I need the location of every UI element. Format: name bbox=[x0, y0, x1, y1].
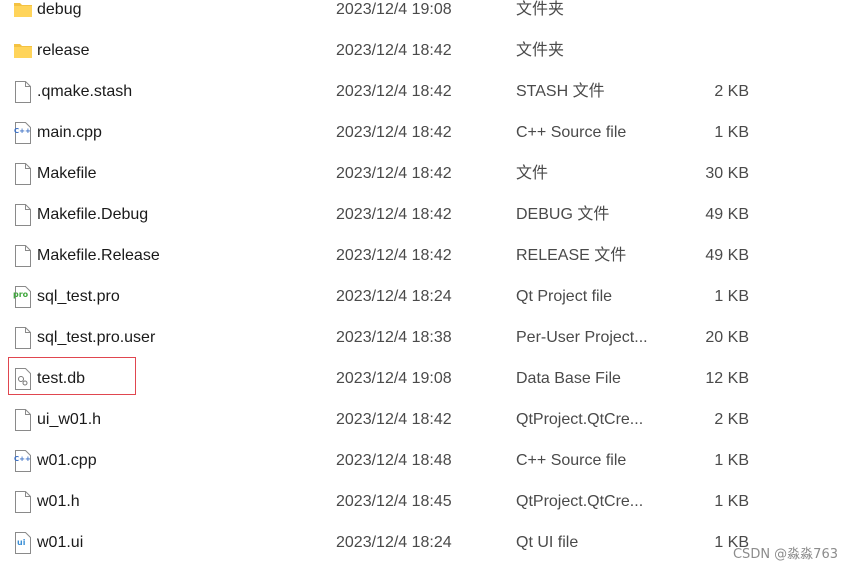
file-name: Makefile.Release bbox=[37, 247, 160, 264]
file-type: C++ Source file bbox=[516, 124, 627, 141]
file-row[interactable]: pro sql_test.pro 2023/12/4 18:24 Qt Project… bbox=[0, 285, 852, 328]
ui-file-icon: ui bbox=[13, 531, 33, 555]
file-row[interactable]: ui w01.ui 2023/12/4 18:24 Qt UI file 1 KB bbox=[0, 531, 852, 574]
blank-file-icon bbox=[13, 490, 33, 514]
file-type: RELEASE 文件 bbox=[516, 247, 627, 264]
file-name: w01.ui bbox=[37, 534, 84, 551]
file-type: 文件夹 bbox=[516, 1, 565, 18]
file-name: ui_w01.h bbox=[37, 411, 102, 428]
folder-icon bbox=[13, 39, 33, 63]
file-date: 2023/12/4 18:42 bbox=[336, 206, 452, 223]
file-type: DEBUG 文件 bbox=[516, 206, 610, 223]
file-row[interactable]: debug 2023/12/4 19:08 文件夹 bbox=[0, 0, 852, 41]
file-row[interactable]: C++ main.cpp 2023/12/4 18:42 C++ Source fil… bbox=[0, 121, 852, 164]
file-date: 2023/12/4 18:42 bbox=[336, 411, 452, 428]
file-date: 2023/12/4 19:08 bbox=[336, 370, 452, 387]
file-size: 20 KB bbox=[705, 329, 749, 346]
file-row[interactable]: .qmake.stash 2023/12/4 18:42 STASH 文件 2 KB bbox=[0, 80, 852, 123]
cpp-file-icon: C++ bbox=[13, 449, 33, 473]
file-row[interactable]: ui_w01.h 2023/12/4 18:42 QtProject.QtCre..… bbox=[0, 408, 852, 451]
svg-text:C++: C++ bbox=[14, 127, 31, 135]
file-size: 49 KB bbox=[705, 247, 749, 264]
watermark: CSDN @淼淼763 bbox=[732, 547, 838, 562]
file-name: w01.h bbox=[37, 493, 80, 510]
file-row[interactable]: Makefile.Release 2023/12/4 18:42 RELEASE 文… bbox=[0, 244, 852, 287]
file-row[interactable]: Makefile.Debug 2023/12/4 18:42 DEBUG 文件 49 … bbox=[0, 203, 852, 246]
file-type: Per-User Project... bbox=[516, 329, 648, 346]
file-name: .qmake.stash bbox=[37, 83, 133, 100]
file-row[interactable]: release 2023/12/4 18:42 文件夹 bbox=[0, 41, 852, 82]
file-type: Qt Project file bbox=[516, 288, 613, 305]
file-row[interactable]: w01.h 2023/12/4 18:45 QtProject.QtCre... 1 … bbox=[0, 490, 852, 533]
svg-text:pro: pro bbox=[13, 290, 29, 299]
file-name: Makefile bbox=[37, 165, 97, 182]
file-date: 2023/12/4 18:42 bbox=[336, 83, 452, 100]
file-type: STASH 文件 bbox=[516, 83, 605, 100]
file-size: 1 KB bbox=[714, 452, 749, 469]
file-date: 2023/12/4 18:38 bbox=[336, 329, 452, 346]
file-type: C++ Source file bbox=[516, 452, 627, 469]
blank-file-icon bbox=[13, 80, 33, 104]
file-name: debug bbox=[37, 1, 82, 18]
blank-file-icon bbox=[13, 244, 33, 268]
pro-file-icon: pro bbox=[13, 285, 33, 309]
file-name: release bbox=[37, 42, 90, 59]
file-type: 文件夹 bbox=[516, 42, 565, 59]
file-date: 2023/12/4 18:42 bbox=[336, 247, 452, 264]
file-size: 1 KB bbox=[714, 288, 749, 305]
file-size: 1 KB bbox=[714, 493, 749, 510]
file-date: 2023/12/4 18:24 bbox=[336, 288, 452, 305]
file-size: 30 KB bbox=[705, 165, 749, 182]
file-row[interactable]: Makefile 2023/12/4 18:42 文件 30 KB bbox=[0, 162, 852, 205]
file-type: Data Base File bbox=[516, 370, 621, 387]
file-date: 2023/12/4 18:24 bbox=[336, 534, 452, 551]
folder-icon bbox=[13, 0, 33, 22]
file-name: sql_test.pro bbox=[37, 288, 120, 305]
file-name: w01.cpp bbox=[37, 452, 97, 469]
blank-file-icon bbox=[13, 408, 33, 432]
file-name: main.cpp bbox=[37, 124, 102, 141]
file-size: 1 KB bbox=[714, 124, 749, 141]
file-date: 2023/12/4 18:42 bbox=[336, 165, 452, 182]
file-date: 2023/12/4 18:42 bbox=[336, 42, 452, 59]
file-type: 文件 bbox=[516, 165, 549, 182]
svg-text:C++: C++ bbox=[14, 455, 31, 463]
highlight-box bbox=[8, 357, 136, 395]
file-date: 2023/12/4 18:42 bbox=[336, 124, 452, 141]
file-size: 49 KB bbox=[705, 206, 749, 223]
file-type: Qt UI file bbox=[516, 534, 579, 551]
svg-text:ui: ui bbox=[17, 538, 26, 547]
file-date: 2023/12/4 18:48 bbox=[336, 452, 452, 469]
file-size: 12 KB bbox=[705, 370, 749, 387]
file-date: 2023/12/4 19:08 bbox=[336, 1, 452, 18]
blank-file-icon bbox=[13, 162, 33, 186]
cpp-file-icon: C++ bbox=[13, 121, 33, 145]
blank-file-icon bbox=[13, 326, 33, 350]
blank-file-icon bbox=[13, 203, 33, 227]
file-size: 2 KB bbox=[714, 411, 749, 428]
file-type: QtProject.QtCre... bbox=[516, 411, 644, 428]
file-date: 2023/12/4 18:45 bbox=[336, 493, 452, 510]
file-row[interactable]: C++ w01.cpp 2023/12/4 18:48 C++ Source file… bbox=[0, 449, 852, 492]
file-type: QtProject.QtCre... bbox=[516, 493, 644, 510]
file-size: 2 KB bbox=[714, 83, 749, 100]
file-name: sql_test.pro.user bbox=[37, 329, 156, 346]
file-name: Makefile.Debug bbox=[37, 206, 149, 223]
